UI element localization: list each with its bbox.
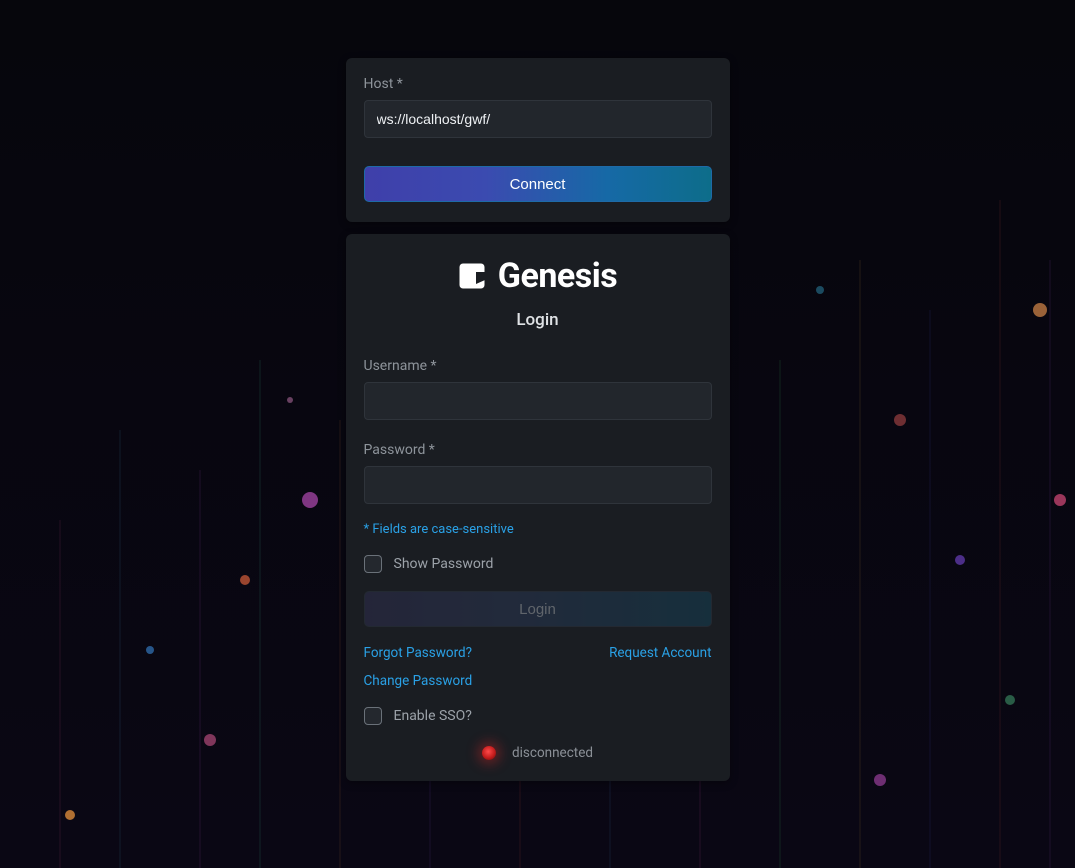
enable-sso-label: Enable SSO?	[394, 708, 472, 724]
username-label: Username *	[364, 358, 712, 374]
genesis-logo-icon	[458, 262, 486, 290]
connect-panel: Host * Connect	[346, 58, 730, 222]
status-indicator-icon	[482, 746, 496, 760]
username-input[interactable]	[364, 382, 712, 420]
brand-name: Genesis	[498, 256, 617, 296]
request-account-link[interactable]: Request Account	[609, 645, 711, 661]
case-sensitive-note: * Fields are case-sensitive	[364, 522, 712, 537]
login-title: Login	[364, 310, 712, 330]
enable-sso-checkbox[interactable]	[364, 707, 382, 725]
login-button[interactable]: Login	[364, 591, 712, 627]
password-label: Password *	[364, 442, 712, 458]
show-password-label: Show Password	[394, 556, 494, 572]
host-input[interactable]	[364, 100, 712, 138]
password-input[interactable]	[364, 466, 712, 504]
status-text: disconnected	[512, 745, 593, 761]
show-password-checkbox[interactable]	[364, 555, 382, 573]
forgot-password-link[interactable]: Forgot Password?	[364, 645, 473, 661]
login-panel: Genesis Login Username * Password * * Fi…	[346, 234, 730, 781]
change-password-link[interactable]: Change Password	[364, 673, 473, 689]
host-label: Host *	[364, 76, 712, 92]
brand: Genesis	[364, 256, 712, 296]
connect-button[interactable]: Connect	[364, 166, 712, 202]
